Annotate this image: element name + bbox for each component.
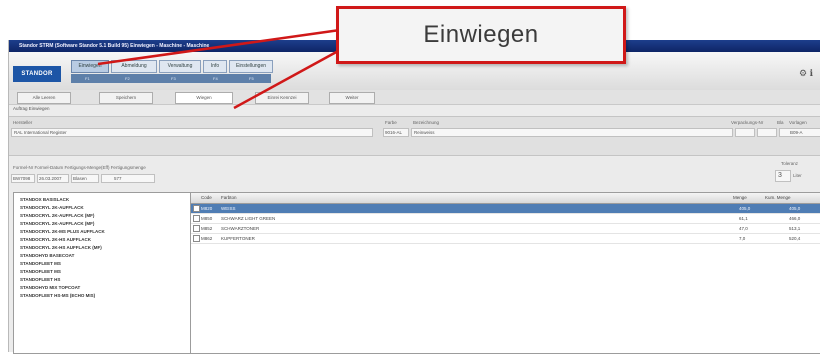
callout-box: Einwiegen xyxy=(336,6,626,64)
callout-label: Einwiegen xyxy=(423,21,539,48)
